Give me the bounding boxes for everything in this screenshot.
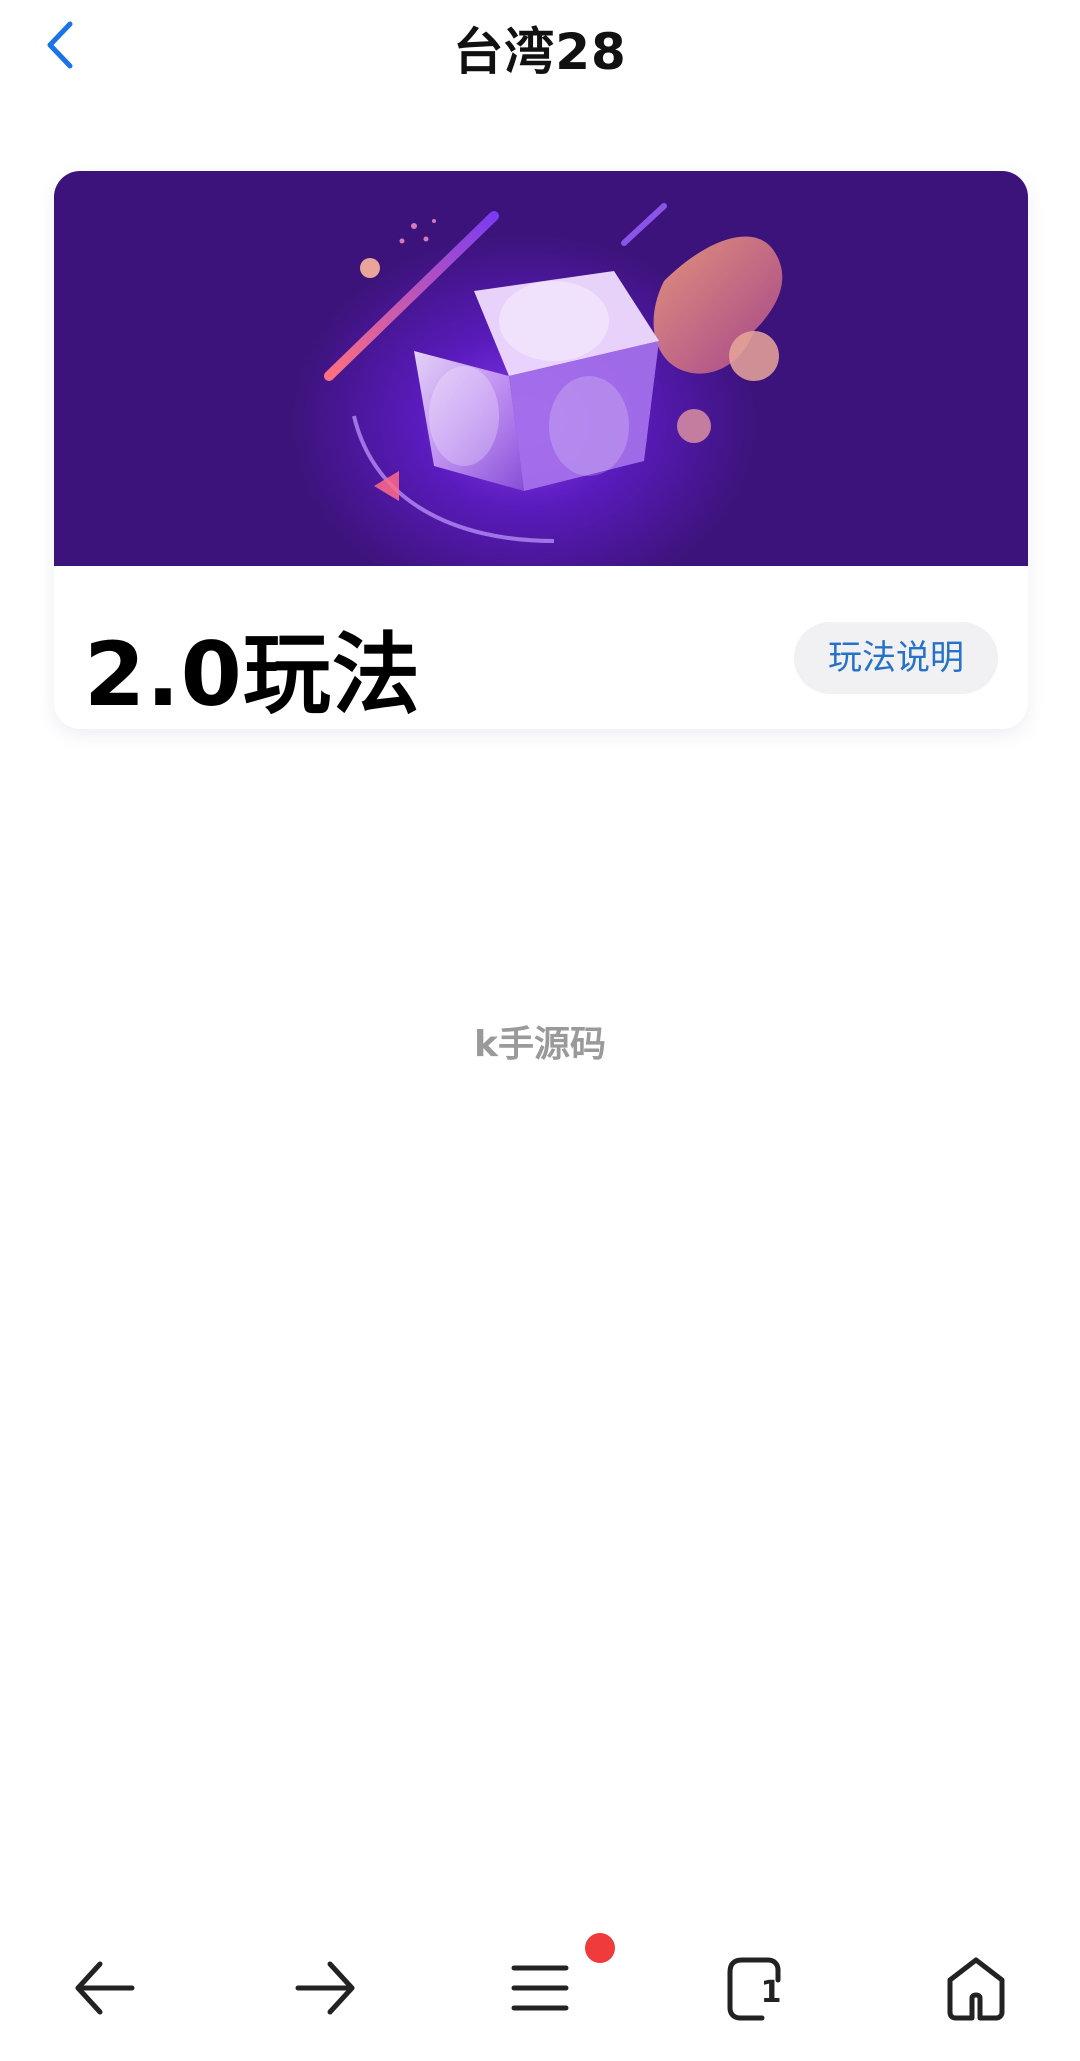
- toolbar-back-button[interactable]: [64, 1950, 144, 2030]
- bottom-toolbar: 1: [0, 1900, 1080, 2061]
- watermark-text: k手源码: [474, 1024, 606, 1065]
- menu-icon: [511, 1965, 569, 2011]
- arrow-left-icon: [75, 1961, 135, 2015]
- toolbar-menu-button[interactable]: [500, 1950, 580, 2030]
- tab-count: 1: [760, 1975, 782, 2010]
- page: 台湾28 2.0玩法 玩法说明 k手源码 1: [0, 0, 1080, 2061]
- card-title: 2.0玩法: [84, 623, 421, 726]
- page-title: 台湾28: [453, 23, 627, 81]
- banner-image: [54, 171, 1028, 566]
- arrow-right-icon: [295, 1961, 355, 2015]
- header: 台湾28: [0, 0, 1080, 90]
- rules-button[interactable]: 玩法说明: [794, 622, 998, 694]
- toolbar-home-button[interactable]: [936, 1950, 1016, 2030]
- notification-badge: [585, 1933, 615, 1963]
- game-mode-card[interactable]: 2.0玩法 玩法说明: [54, 171, 1028, 729]
- toolbar-forward-button[interactable]: [286, 1950, 366, 2030]
- home-icon: [947, 1957, 1005, 2021]
- card-footer: 2.0玩法 玩法说明: [54, 566, 1028, 729]
